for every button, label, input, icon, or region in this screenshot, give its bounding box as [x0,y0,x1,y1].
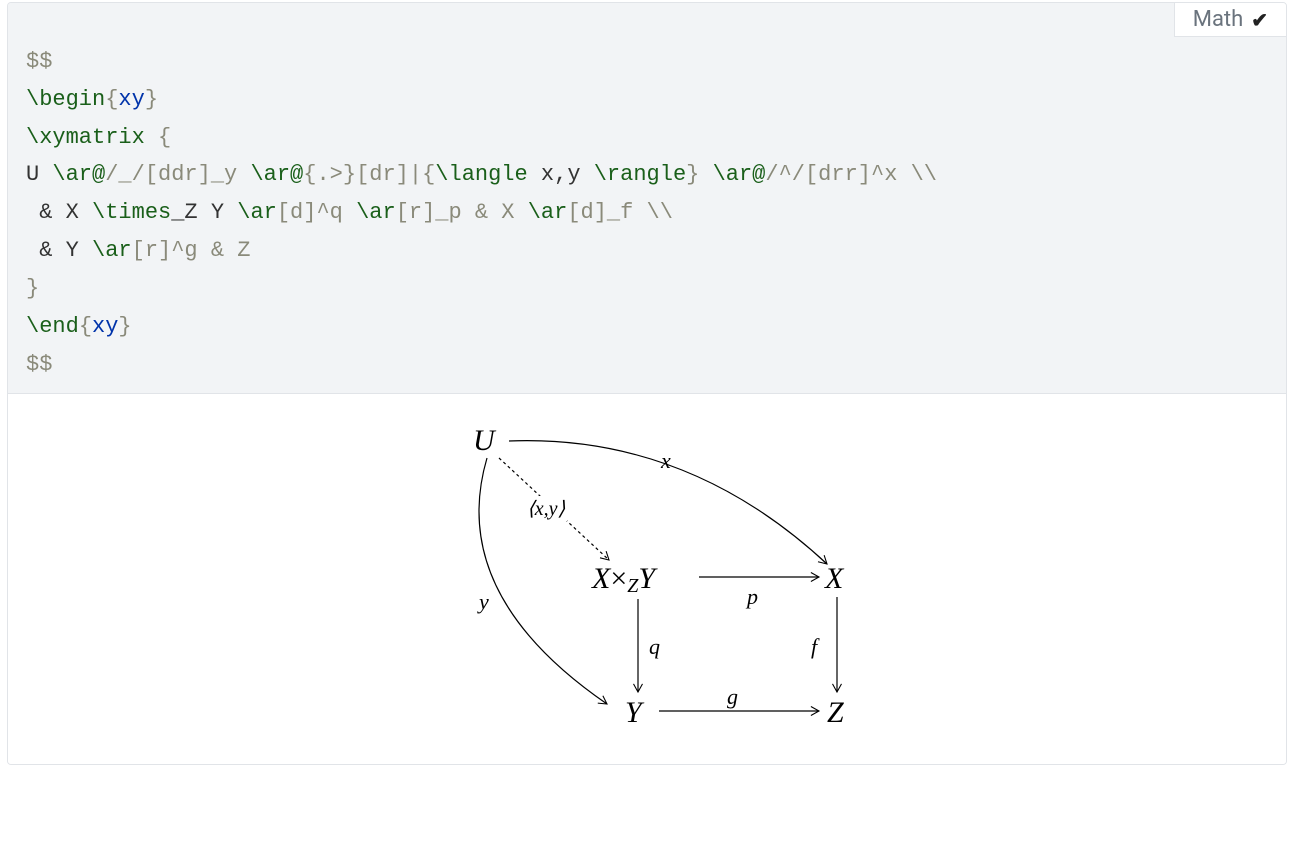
label-f: f [811,634,817,660]
code-line-2: \begin{xy} [26,87,158,112]
check-icon: ✔ [1251,8,1268,32]
math-tab[interactable]: Math ✔ [1174,3,1286,37]
code-line-4: U \ar@/_/[ddr]_y \ar@{.>}[dr]|{\langle x… [26,162,937,187]
example-container: Math ✔ $$ \begin{xy} \xymatrix { U \ar@/… [7,2,1287,765]
latex-source: $$ \begin{xy} \xymatrix { U \ar@/_/[ddr]… [8,37,1286,393]
label-g: g [727,684,738,710]
label-y: y [479,589,489,615]
code-line-6: & Y \ar[r]^g & Z [26,238,250,263]
header-bar: Math ✔ [8,3,1286,37]
node-Y: Y [625,696,642,730]
label-xy: ⟨x,y⟩ [525,496,567,521]
label-q: q [649,634,660,660]
node-X: X [825,562,843,596]
code-line-9: $$ [26,352,52,377]
node-U: U [473,424,495,458]
commutative-diagram: U X×ZY X Y Z x y ⟨x,y⟩ p q f g [427,414,867,744]
tab-label: Math [1193,7,1244,32]
code-line-8: \end{xy} [26,314,132,339]
code-line-1: $$ [26,49,52,74]
node-Z: Z [827,696,844,730]
label-p: p [747,584,758,610]
node-XtimesZY: X×ZY [592,562,655,598]
code-line-5: & X \times_Z Y \ar[d]^q \ar[r]_p & X \ar… [26,200,673,225]
code-line-7: } [26,276,39,301]
label-x: x [661,448,671,474]
code-line-3: \xymatrix { [26,125,171,150]
rendered-output: U X×ZY X Y Z x y ⟨x,y⟩ p q f g [8,393,1286,764]
